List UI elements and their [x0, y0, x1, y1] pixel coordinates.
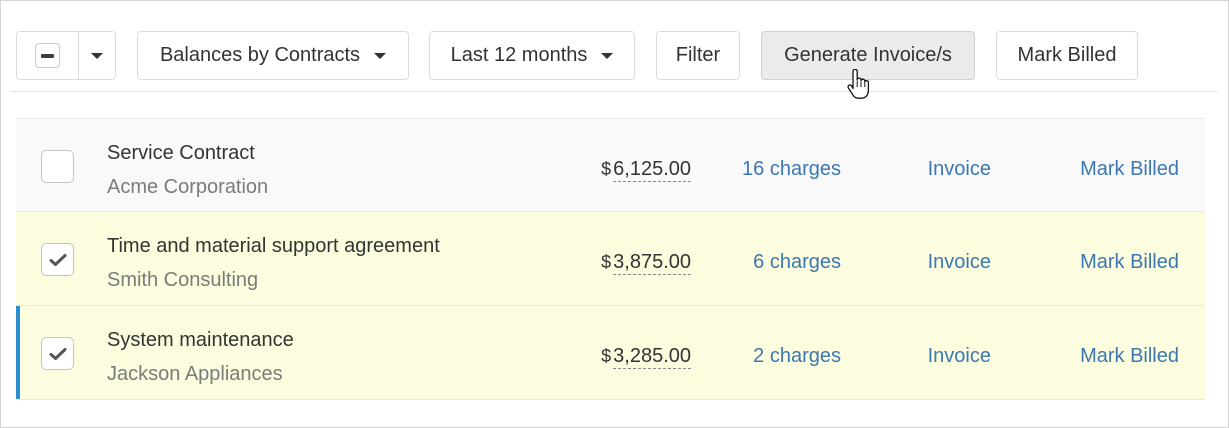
- mark-billed-link[interactable]: Mark Billed: [1080, 158, 1179, 181]
- contract-title: Time and material support agreement: [107, 235, 440, 257]
- toolbar-divider: [11, 91, 1218, 92]
- amount-value[interactable]: 3,875.00: [613, 251, 691, 275]
- contract-row: System maintenance Jackson Appliances $3…: [16, 306, 1205, 400]
- customer-name: Smith Consulting: [107, 269, 259, 291]
- currency-symbol: $: [601, 159, 612, 179]
- indeterminate-icon: [41, 53, 54, 58]
- amount-value[interactable]: 6,125.00: [613, 158, 691, 182]
- contract-row: Service Contract Acme Corporation $6,125…: [16, 118, 1205, 212]
- caret-down-icon: [91, 52, 103, 59]
- invoice-link[interactable]: Invoice: [928, 251, 991, 274]
- bulk-select-checkbox-area[interactable]: [17, 32, 79, 79]
- charges-link[interactable]: 6 charges: [753, 251, 841, 274]
- customer-name: Jackson Appliances: [107, 363, 283, 385]
- charges-link[interactable]: 16 charges: [742, 158, 841, 181]
- bulk-select-group: [16, 31, 116, 80]
- generate-invoices-label: Generate Invoice/s: [784, 44, 952, 66]
- hand-pointer-cursor-icon: [847, 69, 870, 99]
- balance-amount: $6,125.00: [601, 158, 691, 182]
- contract-title: Service Contract: [107, 142, 255, 164]
- filter-label: Filter: [675, 44, 721, 66]
- customer-name: Acme Corporation: [107, 176, 269, 198]
- contracts-list: Service Contract Acme Corporation $6,125…: [16, 118, 1205, 400]
- checkmark-icon: [49, 253, 66, 266]
- invoice-link[interactable]: Invoice: [928, 158, 991, 181]
- bulk-select-checkbox[interactable]: [35, 43, 60, 68]
- currency-symbol: $: [601, 346, 612, 366]
- mark-billed-link[interactable]: Mark Billed: [1080, 345, 1179, 368]
- row-checkbox[interactable]: [41, 150, 74, 183]
- mark-billed-label: Mark Billed: [1017, 44, 1117, 66]
- mark-billed-button[interactable]: Mark Billed: [996, 31, 1138, 80]
- checkmark-icon: [49, 347, 66, 360]
- mark-billed-link[interactable]: Mark Billed: [1080, 251, 1179, 274]
- row-checkbox[interactable]: [41, 243, 74, 276]
- contract-title: System maintenance: [107, 329, 294, 351]
- app-frame: Balances by Contracts Last 12 months Fil…: [0, 0, 1229, 428]
- period-label: Last 12 months: [450, 44, 588, 66]
- amount-value[interactable]: 3,285.00: [613, 345, 691, 369]
- filter-button[interactable]: Filter: [656, 31, 740, 80]
- contract-row: Time and material support agreement Smit…: [16, 212, 1205, 306]
- period-dropdown[interactable]: Last 12 months: [429, 31, 635, 80]
- invoice-link[interactable]: Invoice: [928, 345, 991, 368]
- balance-amount: $3,875.00: [601, 251, 691, 275]
- balance-amount: $3,285.00: [601, 345, 691, 369]
- row-checkbox[interactable]: [41, 337, 74, 370]
- caret-down-icon: [374, 52, 387, 59]
- bulk-select-dropdown-toggle[interactable]: [79, 32, 115, 79]
- currency-symbol: $: [601, 252, 612, 272]
- toolbar: Balances by Contracts Last 12 months Fil…: [1, 1, 1228, 93]
- charges-link[interactable]: 2 charges: [753, 345, 841, 368]
- caret-down-icon: [601, 52, 614, 59]
- group-by-label: Balances by Contracts: [159, 44, 361, 66]
- group-by-dropdown[interactable]: Balances by Contracts: [137, 31, 409, 80]
